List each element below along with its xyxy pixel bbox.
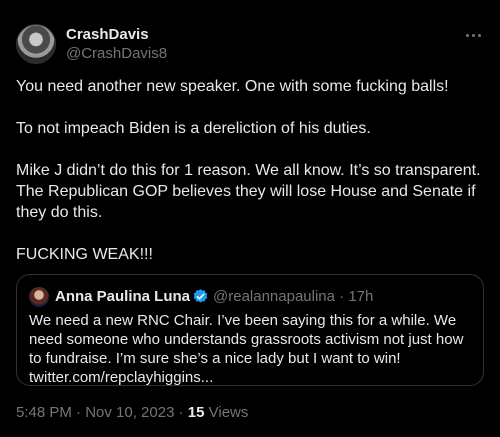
author-name[interactable]: CrashDavis <box>66 26 149 43</box>
quote-author-name: Anna Paulina Luna <box>55 288 191 305</box>
verified-icon <box>193 289 208 303</box>
quote-author-avatar <box>29 287 49 307</box>
views-label: Views <box>208 404 249 421</box>
tweet-card: CrashDavis @CrashDavis8 You need another… <box>0 0 500 437</box>
author-handle[interactable]: @CrashDavis8 <box>66 45 167 62</box>
meta-separator: · <box>178 404 184 421</box>
quote-author-handle: @realannapaulina · 17h <box>213 288 374 305</box>
author-avatar[interactable] <box>16 24 56 64</box>
quoted-tweet[interactable]: Anna Paulina Luna @realannapaulina · 17h… <box>16 274 484 386</box>
tweet-paragraph: You need another new speaker. One with s… <box>16 78 449 95</box>
views-count: 15 <box>187 404 205 421</box>
timestamp[interactable]: 5:48 PM · Nov 10, 2023 <box>16 404 174 421</box>
tweet-text: You need another new speaker. One with s… <box>16 76 486 265</box>
tweet-paragraph: To not impeach Biden is a dereliction of… <box>16 120 371 137</box>
more-icon[interactable] <box>462 24 484 46</box>
quote-text: We need a new RNC Chair. I’ve been sayin… <box>29 312 464 386</box>
tweet-meta: 5:48 PM · Nov 10, 2023 · 15 Views <box>16 404 248 421</box>
tweet-paragraph: FUCKING WEAK!!! <box>16 246 153 263</box>
tweet-paragraph: Mike J didn’t do this for 1 reason. We a… <box>16 162 481 221</box>
